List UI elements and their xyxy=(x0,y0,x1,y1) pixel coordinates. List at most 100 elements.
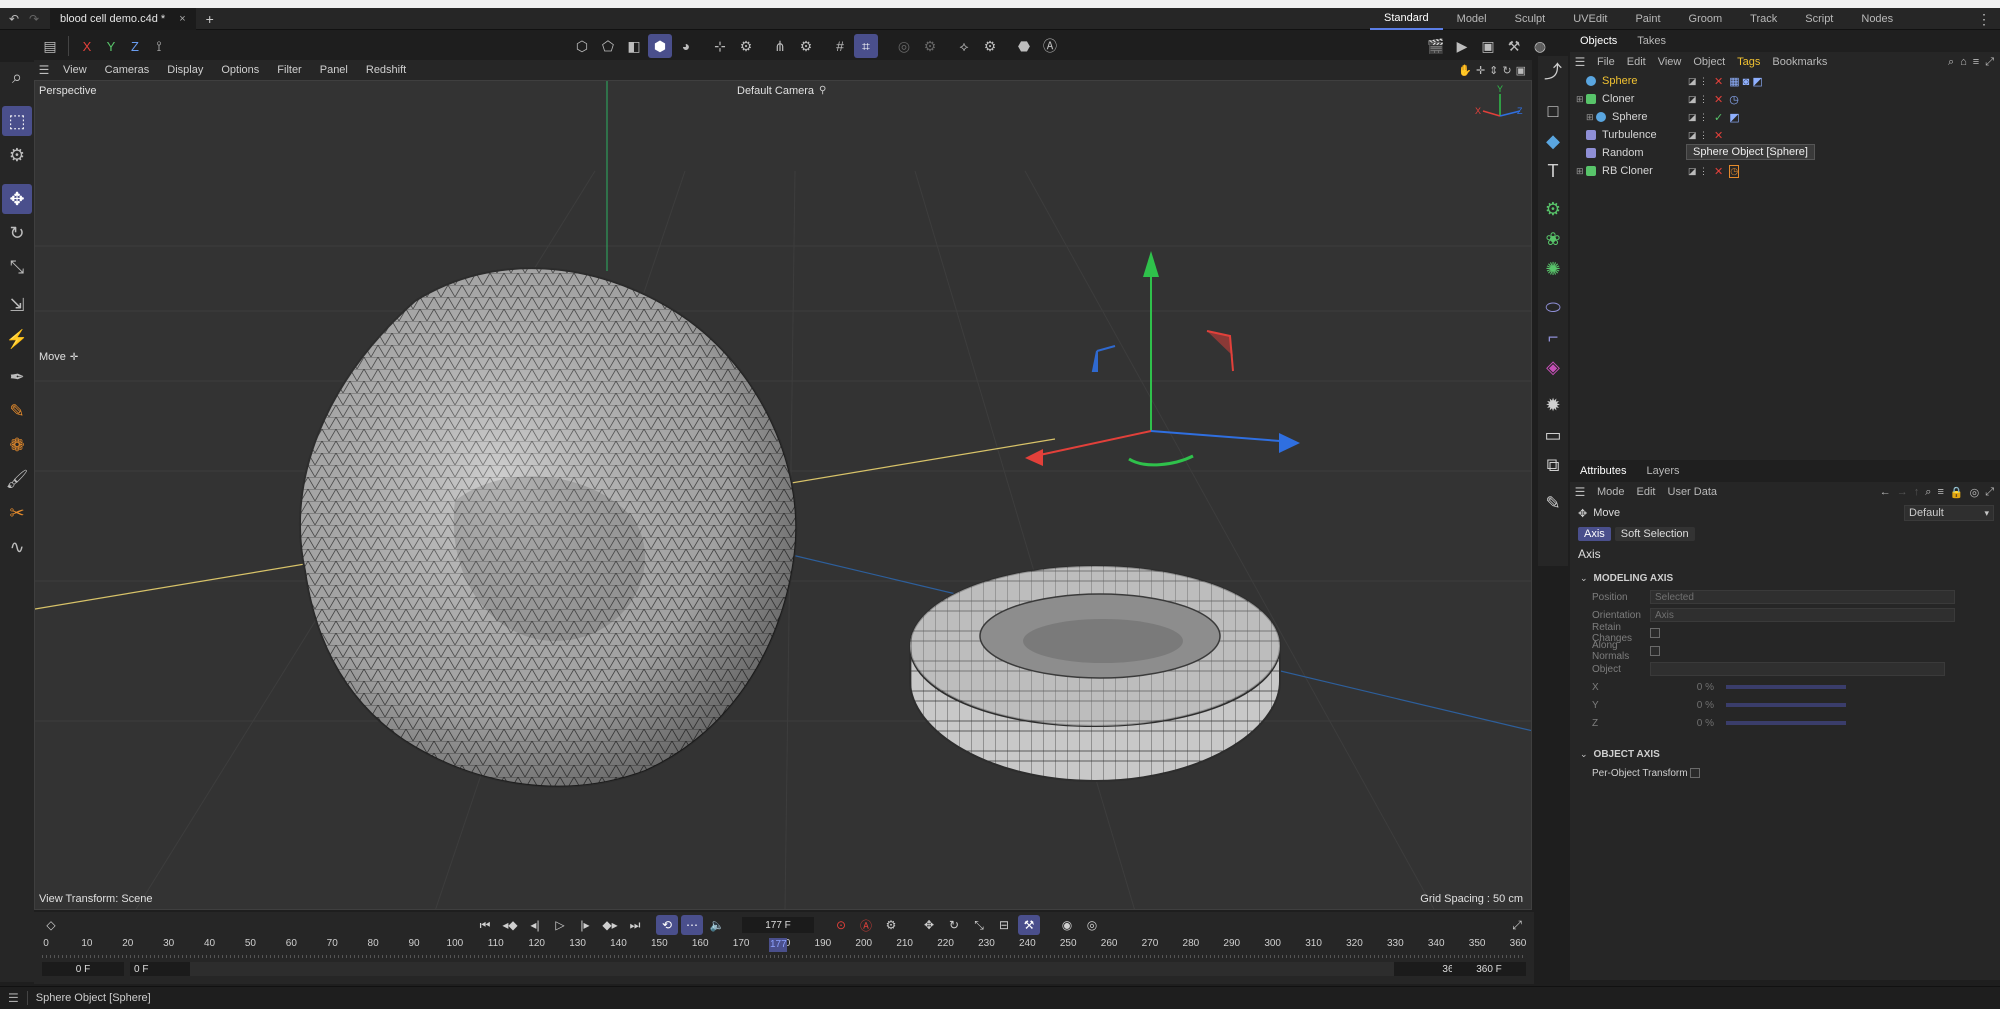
paint-brush-icon[interactable]: 🖌 xyxy=(2,464,32,494)
selection-settings-icon[interactable]: ⚙ xyxy=(2,140,32,170)
position-dropdown[interactable]: Selected xyxy=(1650,590,1955,604)
layout-toggle-icon[interactable]: ▣ xyxy=(1516,64,1526,77)
enabled-check-icon[interactable]: ✓ xyxy=(1714,111,1723,124)
viewport-projection-label[interactable]: Perspective xyxy=(39,85,96,97)
disabled-x-icon[interactable]: ✕ xyxy=(1714,165,1723,178)
z-percent-slider[interactable] xyxy=(1726,721,1846,725)
render-view-icon[interactable]: 🎬 xyxy=(1424,34,1448,58)
forward-arrow-icon[interactable]: → xyxy=(1897,486,1908,498)
layout-tab-track[interactable]: Track xyxy=(1736,8,1791,30)
visibility-icon[interactable]: ◪ ⋮ xyxy=(1688,94,1708,105)
edit-pen-icon[interactable]: ✎ xyxy=(1539,488,1567,518)
hamburger-icon[interactable]: ☰ xyxy=(34,61,54,79)
play-icon[interactable]: ▷ xyxy=(549,915,571,935)
go-to-end-icon[interactable]: ⏭ xyxy=(624,915,646,935)
modeling-axis-group-header[interactable]: ⌄ MODELING AXIS xyxy=(1570,568,2000,588)
camera-icon[interactable]: ▭ xyxy=(1539,420,1567,450)
filter-icon[interactable]: ≡ xyxy=(1973,56,1979,68)
volume-icon[interactable]: ◈ xyxy=(1539,352,1567,382)
x-percent-slider[interactable] xyxy=(1726,685,1846,689)
playhead[interactable]: 177 xyxy=(769,938,787,952)
tag-dynamics-icon[interactable]: ◷ xyxy=(1729,164,1740,178)
attr-menu-mode[interactable]: Mode xyxy=(1592,483,1630,501)
solo-settings-icon[interactable]: ⚙ xyxy=(918,34,942,58)
per-object-transform-checkbox[interactable] xyxy=(1690,768,1700,778)
symmetry-icon[interactable]: ⟡ xyxy=(952,34,976,58)
render-region-icon[interactable]: ⬣ xyxy=(1012,34,1036,58)
om-menu-file[interactable]: File xyxy=(1592,53,1620,71)
polygons-mode-icon[interactable]: ◧ xyxy=(622,34,646,58)
knife-tool-icon[interactable]: ✂ xyxy=(2,498,32,528)
expand-toggle-icon[interactable]: ⊞ xyxy=(1586,112,1596,123)
lock-icon[interactable]: 🔒 xyxy=(1950,486,1964,499)
end-frame-field[interactable]: 360 F xyxy=(1452,962,1526,976)
generator-gear-icon[interactable]: ⚙ xyxy=(1539,194,1567,224)
home-icon[interactable]: ⌂ xyxy=(1960,56,1967,68)
generator-icon[interactable]: ❁ xyxy=(2,430,32,460)
attr-menu-userdata[interactable]: User Data xyxy=(1663,483,1723,501)
scale-tool-icon[interactable]: ⤡ xyxy=(2,252,32,282)
3d-viewport[interactable]: Perspective Default Camera ⚲ Y X Z Move … xyxy=(34,80,1532,910)
expand-icon[interactable]: ⤢ xyxy=(1985,56,1994,69)
search-icon[interactable]: ⌕ xyxy=(2,62,32,92)
key-scale-icon[interactable]: ⤡ xyxy=(968,915,990,935)
expand-toggle-icon[interactable]: ⊞ xyxy=(1576,94,1586,105)
layout-tab-sculpt[interactable]: Sculpt xyxy=(1501,8,1560,30)
spline-tool-icon[interactable]: ∿ xyxy=(2,532,32,562)
zoom-icon[interactable]: ⇕ xyxy=(1489,64,1498,77)
object-row-sphere-child[interactable]: ⊞ Sphere ◪ ⋮ ✓ ◩ xyxy=(1576,108,2000,126)
viewport-menu-display[interactable]: Display xyxy=(158,64,212,76)
edges-mode-icon[interactable]: ⬠ xyxy=(596,34,620,58)
viewport-menu-view[interactable]: View xyxy=(54,64,96,76)
sketch-icon[interactable]: ✎ xyxy=(2,396,32,426)
autokey-icon[interactable]: Ⓐ xyxy=(855,915,877,935)
expand-toggle-icon[interactable]: ⊞ xyxy=(1576,166,1586,177)
object-axis-group-header[interactable]: ⌄ OBJECT AXIS xyxy=(1570,744,2000,764)
key-pla-icon[interactable]: ⚒ xyxy=(1018,915,1040,935)
viewport-menu-options[interactable]: Options xyxy=(212,64,268,76)
disabled-x-icon[interactable]: ✕ xyxy=(1714,93,1723,106)
expand-icon[interactable]: ⤢ xyxy=(1985,486,1994,499)
settings-icon[interactable]: ◎ xyxy=(1970,486,1980,499)
layout-tab-groom[interactable]: Groom xyxy=(1675,8,1737,30)
move-view-icon[interactable]: ✛ xyxy=(1476,64,1485,77)
deformer-icon[interactable]: ✺ xyxy=(1539,254,1567,284)
layout-tab-model[interactable]: Model xyxy=(1443,8,1501,30)
current-frame-field[interactable]: 177 F xyxy=(742,917,814,933)
subtab-soft-selection[interactable]: Soft Selection xyxy=(1614,527,1695,541)
search-icon[interactable]: ⌕ xyxy=(1948,56,1954,69)
rotate-tool-icon[interactable]: ↻ xyxy=(2,218,32,248)
visibility-icon[interactable]: ◪ ⋮ xyxy=(1688,166,1708,177)
light-icon[interactable]: ⧉ xyxy=(1539,450,1567,480)
object-row-turbulence[interactable]: Turbulence ◪ ⋮ ✕ xyxy=(1576,126,2000,144)
object-link-input[interactable] xyxy=(1650,662,1945,676)
orbit-icon[interactable]: ↻ xyxy=(1502,64,1511,77)
previous-key-icon[interactable]: ◂◆ xyxy=(499,915,521,935)
layout-tab-nodes[interactable]: Nodes xyxy=(1847,8,1907,30)
spline-icon[interactable]: ⌐ xyxy=(1539,322,1567,352)
viewport-menu-redshift[interactable]: Redshift xyxy=(357,64,415,76)
environment-icon[interactable]: ✹ xyxy=(1539,390,1567,420)
move-tool-icon[interactable]: ✥ xyxy=(2,184,32,214)
filter-icon[interactable]: ≡ xyxy=(1937,486,1943,498)
disabled-x-icon[interactable]: ✕ xyxy=(1714,129,1723,142)
min-frame-field[interactable]: 0 F xyxy=(130,962,190,976)
next-key-icon[interactable]: ◆▸ xyxy=(599,915,621,935)
workplane-icon[interactable]: ⌗ xyxy=(854,34,878,58)
previous-frame-icon[interactable]: ◂| xyxy=(524,915,546,935)
object-row-rb-cloner[interactable]: ⊞ RB Cloner ◪ ⋮ ✕ ◷ xyxy=(1576,162,2000,180)
viewport-camera-label[interactable]: Default Camera xyxy=(737,85,814,97)
visibility-icon[interactable]: ◪ ⋮ xyxy=(1688,112,1708,123)
transform-tool-icon[interactable]: ⇲ xyxy=(2,290,32,320)
next-frame-icon[interactable]: |▸ xyxy=(574,915,596,935)
z-percent-input[interactable]: 0 % xyxy=(1650,716,1720,730)
more-menu-icon[interactable]: ⋮ xyxy=(1972,8,1996,30)
key-settings-icon[interactable]: ⚙ xyxy=(880,915,902,935)
render-settings-icon[interactable]: ▣ xyxy=(1476,34,1500,58)
coordinate-system-icon[interactable]: ⟟ xyxy=(147,34,171,58)
tab-attributes[interactable]: Attributes xyxy=(1570,460,1636,482)
visibility-icon[interactable]: ◪ ⋮ xyxy=(1688,76,1708,87)
start-frame-field[interactable]: 0 F xyxy=(42,962,124,976)
object-row-sphere[interactable]: Sphere ◪ ⋮ ✕ ▦ ◙ ◩ xyxy=(1576,72,2000,90)
om-menu-tags[interactable]: Tags xyxy=(1732,53,1765,71)
